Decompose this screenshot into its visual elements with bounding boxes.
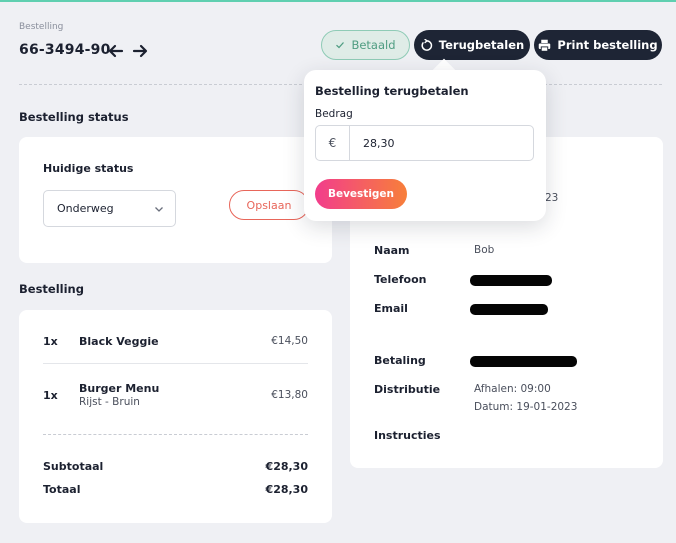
subtotal-label: Subtotaal	[43, 460, 104, 473]
item-divider	[43, 363, 308, 364]
refund-amount-input[interactable]: 28,30	[350, 126, 395, 160]
refund-button-label: Terugbetalen	[438, 38, 525, 52]
status-select[interactable]: Onderweg	[43, 190, 176, 227]
order-card: 1x Black Veggie €14,50 1x Burger Menu Ri…	[19, 310, 332, 523]
order-section-title: Bestelling	[19, 282, 84, 296]
print-order-button-label: Print bestelling	[557, 38, 658, 52]
email-redacted	[470, 304, 548, 315]
current-status-label: Huidige status	[43, 162, 134, 175]
item-price: €14,50	[271, 335, 308, 347]
previous-order-arrow-icon[interactable]	[107, 42, 125, 60]
item-quantity: 1x	[43, 335, 58, 348]
email-label: Email	[374, 302, 408, 315]
payment-label: Betaling	[374, 354, 426, 367]
total-label: Totaal	[43, 483, 81, 496]
item-options: Rijst - Bruin	[79, 396, 140, 408]
save-status-button[interactable]: Opslaan	[229, 190, 309, 220]
item-name: Black Veggie	[79, 335, 159, 348]
phone-label: Telefoon	[374, 273, 427, 286]
distribution-pickup-time: Afhalen: 09:00	[474, 383, 551, 395]
list-item: 1x Burger Menu Rijst - Bruin €13,80	[43, 382, 308, 410]
totals-divider	[43, 434, 308, 435]
confirm-refund-button[interactable]: Bevestigen	[315, 179, 407, 209]
refund-icon	[421, 38, 432, 51]
refund-popover: Bestelling terugbetalen Bedrag € 28,30 B…	[304, 70, 546, 221]
payment-redacted	[470, 356, 577, 367]
status-select-value: Onderweg	[57, 202, 114, 215]
phone-redacted	[470, 275, 552, 286]
total-value: €28,30	[265, 483, 308, 496]
currency-prefix: €	[316, 126, 350, 160]
status-section-title: Bestelling status	[19, 110, 129, 124]
next-order-arrow-icon[interactable]	[131, 42, 149, 60]
item-quantity: 1x	[43, 389, 58, 402]
item-price: €13,80	[271, 389, 308, 401]
subtotal-row: Subtotaal €28,30	[43, 460, 308, 473]
instructions-label: Instructies	[374, 429, 441, 442]
subtotal-value: €28,30	[265, 460, 308, 473]
name-value: Bob	[474, 244, 495, 256]
item-name: Burger Menu	[79, 382, 160, 395]
list-item: 1x Black Veggie €14,50	[43, 335, 308, 351]
breadcrumb[interactable]: Bestelling	[19, 22, 63, 32]
date-value-partial: 23	[545, 192, 559, 204]
paid-button[interactable]: Betaald	[321, 30, 410, 60]
distribution-label: Distributie	[374, 383, 441, 396]
top-accent-line	[0, 0, 676, 2]
total-row: Totaal €28,30	[43, 483, 308, 496]
chevron-down-icon	[155, 207, 163, 212]
check-icon	[336, 42, 345, 49]
name-label: Naam	[374, 244, 410, 257]
refund-button[interactable]: Terugbetalen	[414, 30, 530, 60]
print-order-button[interactable]: Print bestelling	[534, 30, 662, 60]
order-id: 66-3494-90	[19, 42, 111, 58]
status-card: Huidige status Onderweg Opslaan	[19, 137, 332, 263]
distribution-date: Datum: 19-01-2023	[474, 401, 578, 413]
refund-amount-field[interactable]: € 28,30	[315, 125, 534, 161]
amount-label: Bedrag	[315, 108, 353, 120]
refund-popover-title: Bestelling terugbetalen	[315, 84, 469, 98]
paid-button-label: Betaald	[351, 38, 396, 52]
printer-icon	[539, 39, 551, 52]
